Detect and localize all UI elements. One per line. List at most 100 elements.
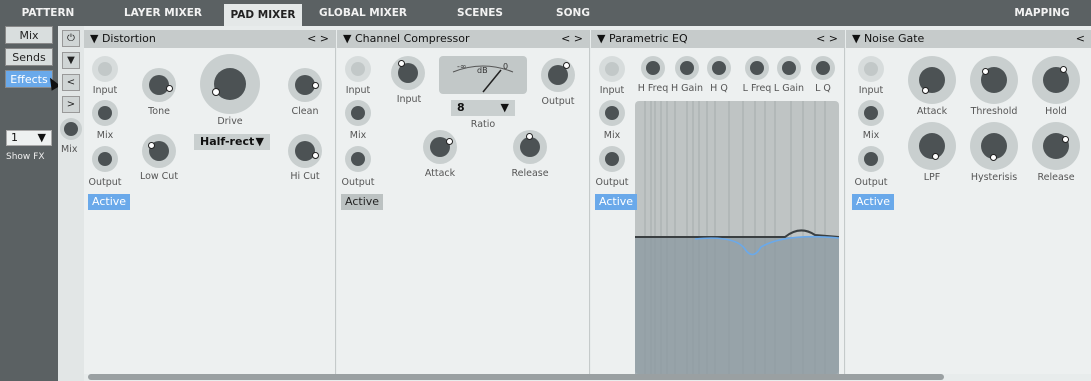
- gain-reduction-meter: -∞ dB 0: [439, 56, 527, 94]
- dropdown-arrow-icon: ▼: [500, 101, 509, 114]
- mix-label: Mix: [349, 130, 367, 141]
- release-knob[interactable]: [1032, 122, 1080, 170]
- tab-mapping[interactable]: MAPPING: [1010, 0, 1074, 26]
- output-label: Output: [854, 177, 888, 188]
- mix-knob[interactable]: [599, 100, 625, 126]
- release-label: Release: [511, 168, 549, 179]
- power-button[interactable]: ⏻: [62, 30, 80, 47]
- compressor-output-knob[interactable]: [541, 58, 575, 92]
- output-knob[interactable]: [599, 146, 625, 172]
- output-label: Output: [595, 177, 629, 188]
- top-tab-bar: PATTERN LAYER MIXER PAD MIXER GLOBAL MIX…: [0, 0, 1091, 26]
- dropdown-arrow-icon: ▼: [255, 135, 264, 148]
- h-freq-knob[interactable]: [641, 56, 665, 80]
- compressor-title: ▼ Channel Compressor: [343, 32, 470, 45]
- threshold-knob[interactable]: [970, 56, 1018, 104]
- eq-panel: ▼ Parametric EQ < > Input Mix Output H Fr…: [591, 30, 845, 374]
- h-q-knob[interactable]: [707, 56, 731, 80]
- attack-knob[interactable]: [423, 130, 457, 164]
- clean-knob[interactable]: [288, 68, 322, 102]
- sends-button[interactable]: Sends: [5, 48, 53, 66]
- l-gain-knob[interactable]: [777, 56, 801, 80]
- meter-needle: [452, 65, 514, 93]
- tab-global-mixer[interactable]: GLOBAL MIXER: [318, 0, 408, 26]
- tab-layer-mixer[interactable]: LAYER MIXER: [118, 0, 208, 26]
- noise-gate-nav-arrows[interactable]: <: [1076, 30, 1085, 48]
- compressor-input-knob[interactable]: [391, 56, 425, 90]
- noise-gate-header[interactable]: ▼ Noise Gate <: [846, 30, 1091, 48]
- output-label: Output: [88, 177, 122, 188]
- tab-song[interactable]: SONG: [548, 0, 598, 26]
- hold-knob[interactable]: [1032, 56, 1080, 104]
- hysterisis-label: Hysterisis: [970, 172, 1018, 183]
- collapse-button[interactable]: ▼: [62, 52, 80, 69]
- hi-cut-knob[interactable]: [288, 134, 322, 168]
- show-fx-label: Show FX: [6, 152, 45, 162]
- horizontal-scrollbar[interactable]: [88, 374, 944, 380]
- eq-frequency-graph[interactable]: [635, 101, 839, 374]
- fx-slot-select[interactable]: 1 ▼: [6, 130, 52, 146]
- l-q-knob[interactable]: [811, 56, 835, 80]
- distortion-header[interactable]: ▼ Distortion < >: [84, 30, 335, 48]
- active-toggle[interactable]: Active: [595, 194, 638, 210]
- tab-scenes[interactable]: SCENES: [450, 0, 510, 26]
- input-knob[interactable]: [599, 56, 625, 82]
- low-cut-knob[interactable]: [142, 134, 176, 168]
- distortion-nav-arrows[interactable]: < >: [307, 30, 329, 48]
- eq-header[interactable]: ▼ Parametric EQ < >: [591, 30, 844, 48]
- hysterisis-knob[interactable]: [970, 122, 1018, 170]
- distortion-title: ▼ Distortion: [90, 32, 156, 45]
- mix-button[interactable]: Mix: [5, 26, 53, 44]
- noise-gate-title: ▼ Noise Gate: [852, 32, 925, 45]
- output-knob[interactable]: [858, 146, 884, 172]
- eq-title: ▼ Parametric EQ: [597, 32, 688, 45]
- attack-label: Attack: [916, 106, 948, 117]
- active-toggle[interactable]: Active: [852, 194, 895, 210]
- drive-knob[interactable]: [200, 54, 260, 114]
- input-knob[interactable]: [858, 56, 884, 82]
- compressor-output-label: Output: [541, 96, 575, 107]
- mix-label: Mix: [96, 130, 114, 141]
- distortion-mode-dropdown[interactable]: Half-rect ▼: [194, 134, 270, 150]
- h-gain-knob[interactable]: [675, 56, 699, 80]
- eq-nav-arrows[interactable]: < >: [816, 30, 838, 48]
- threshold-label: Threshold: [970, 106, 1018, 117]
- output-label: Output: [341, 177, 375, 188]
- hi-cut-label: Hi Cut: [290, 171, 320, 182]
- compressor-nav-arrows[interactable]: < >: [561, 30, 583, 48]
- release-knob[interactable]: [513, 130, 547, 164]
- output-knob[interactable]: [92, 146, 118, 172]
- active-toggle[interactable]: Active: [88, 194, 131, 210]
- release-label: Release: [1037, 172, 1075, 183]
- move-right-button[interactable]: >: [62, 96, 80, 113]
- ratio-value: 8: [457, 101, 465, 114]
- ratio-dropdown[interactable]: 8 ▼: [451, 100, 515, 116]
- input-knob[interactable]: [92, 56, 118, 82]
- input-label: Input: [858, 85, 884, 96]
- compressor-panel: ▼ Channel Compressor < > Input Mix Output…: [337, 30, 590, 374]
- tab-pad-mixer[interactable]: PAD MIXER: [224, 4, 302, 26]
- lpf-knob[interactable]: [908, 122, 956, 170]
- tone-knob[interactable]: [142, 68, 176, 102]
- attack-knob[interactable]: [908, 56, 956, 104]
- fx-chain-controls: ⏻ ▼ < > Mix: [58, 26, 84, 381]
- drive-label: Drive: [217, 116, 243, 127]
- mode-value: Half-rect: [200, 135, 255, 148]
- mix-label: Mix: [603, 130, 621, 141]
- clean-label: Clean: [291, 106, 319, 117]
- lpf-label: LPF: [923, 172, 941, 183]
- input-knob[interactable]: [345, 56, 371, 82]
- active-toggle[interactable]: Active: [341, 194, 384, 210]
- output-knob[interactable]: [345, 146, 371, 172]
- mix-knob[interactable]: [345, 100, 371, 126]
- compressor-header[interactable]: ▼ Channel Compressor < >: [337, 30, 589, 48]
- mix-knob[interactable]: [858, 100, 884, 126]
- distortion-panel: ▼ Distortion < > Input Mix Output Tone Lo…: [84, 30, 336, 374]
- tab-pattern[interactable]: PATTERN: [18, 0, 78, 26]
- l-freq-knob[interactable]: [745, 56, 769, 80]
- mix-knob[interactable]: [92, 100, 118, 126]
- mix-label: Mix: [862, 130, 880, 141]
- compressor-input-label: Input: [396, 94, 422, 105]
- input-label: Input: [92, 85, 118, 96]
- hold-label: Hold: [1045, 106, 1067, 117]
